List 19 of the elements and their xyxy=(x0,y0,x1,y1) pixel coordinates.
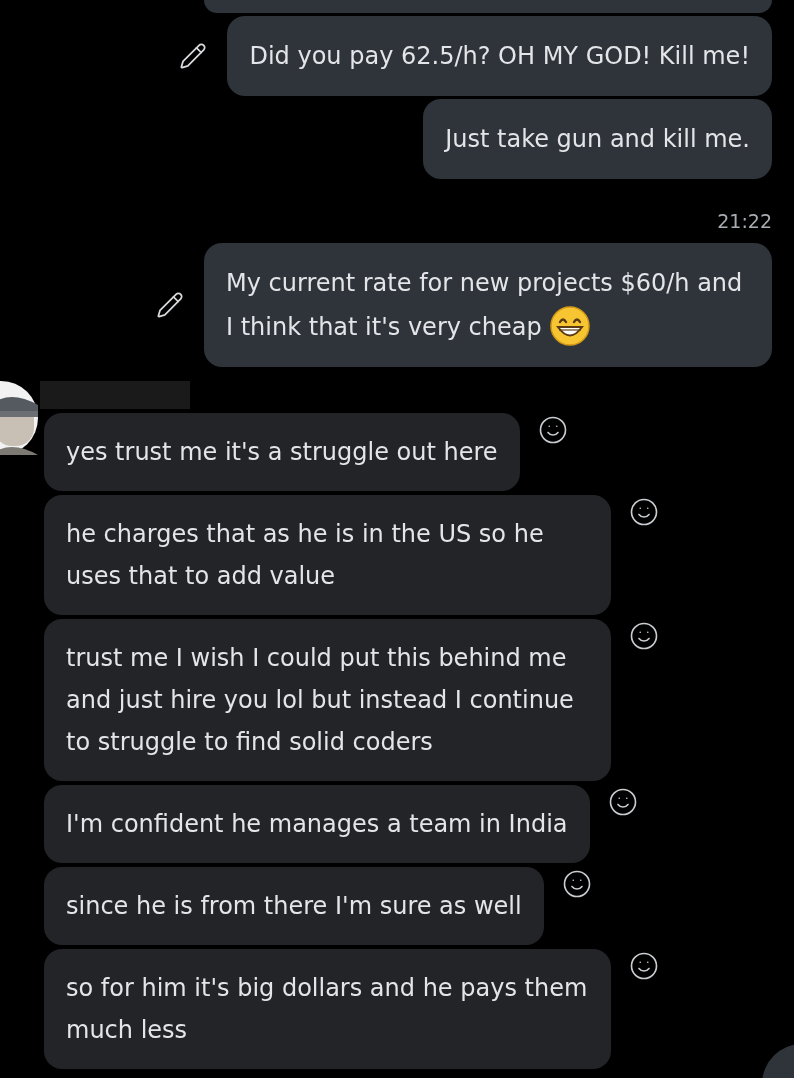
message-bubble: Did you pay 62.5/h? OH MY GOD! Kill me! xyxy=(227,16,772,96)
reaction-icon[interactable] xyxy=(537,414,568,445)
reaction-icon[interactable] xyxy=(629,620,659,651)
reaction-icon[interactable] xyxy=(561,868,592,899)
message-bubble: since he is from there I'm sure as well xyxy=(44,866,544,945)
pencil-icon[interactable] xyxy=(156,290,184,319)
message-bubble: Just take gun and kill me. xyxy=(423,99,772,179)
timestamp: 21:22 xyxy=(717,209,772,234)
message-bubble: he charges that as he is in the US so he uses that to add value xyxy=(44,494,611,615)
reaction-icon[interactable] xyxy=(629,950,659,981)
message-bubble: yes trust me it's a struggle out here xyxy=(44,412,520,491)
message-bubble: My current rate for new projects $60/h and I think that it's very cheap xyxy=(204,242,772,367)
pencil-icon[interactable] xyxy=(179,42,208,70)
grinning-face-icon xyxy=(549,305,590,346)
reaction-icon[interactable] xyxy=(607,786,638,817)
message-bubble: trust me I wish I could put this behind me and just hire you lol but instead I continue to struggle to find solid coders xyxy=(44,618,611,781)
message-bubble: so for him it's big dollars and he pays them much less xyxy=(44,948,611,1069)
message-bubble: I'm confident he manages a team in India xyxy=(44,784,590,863)
reaction-icon[interactable] xyxy=(629,496,659,527)
